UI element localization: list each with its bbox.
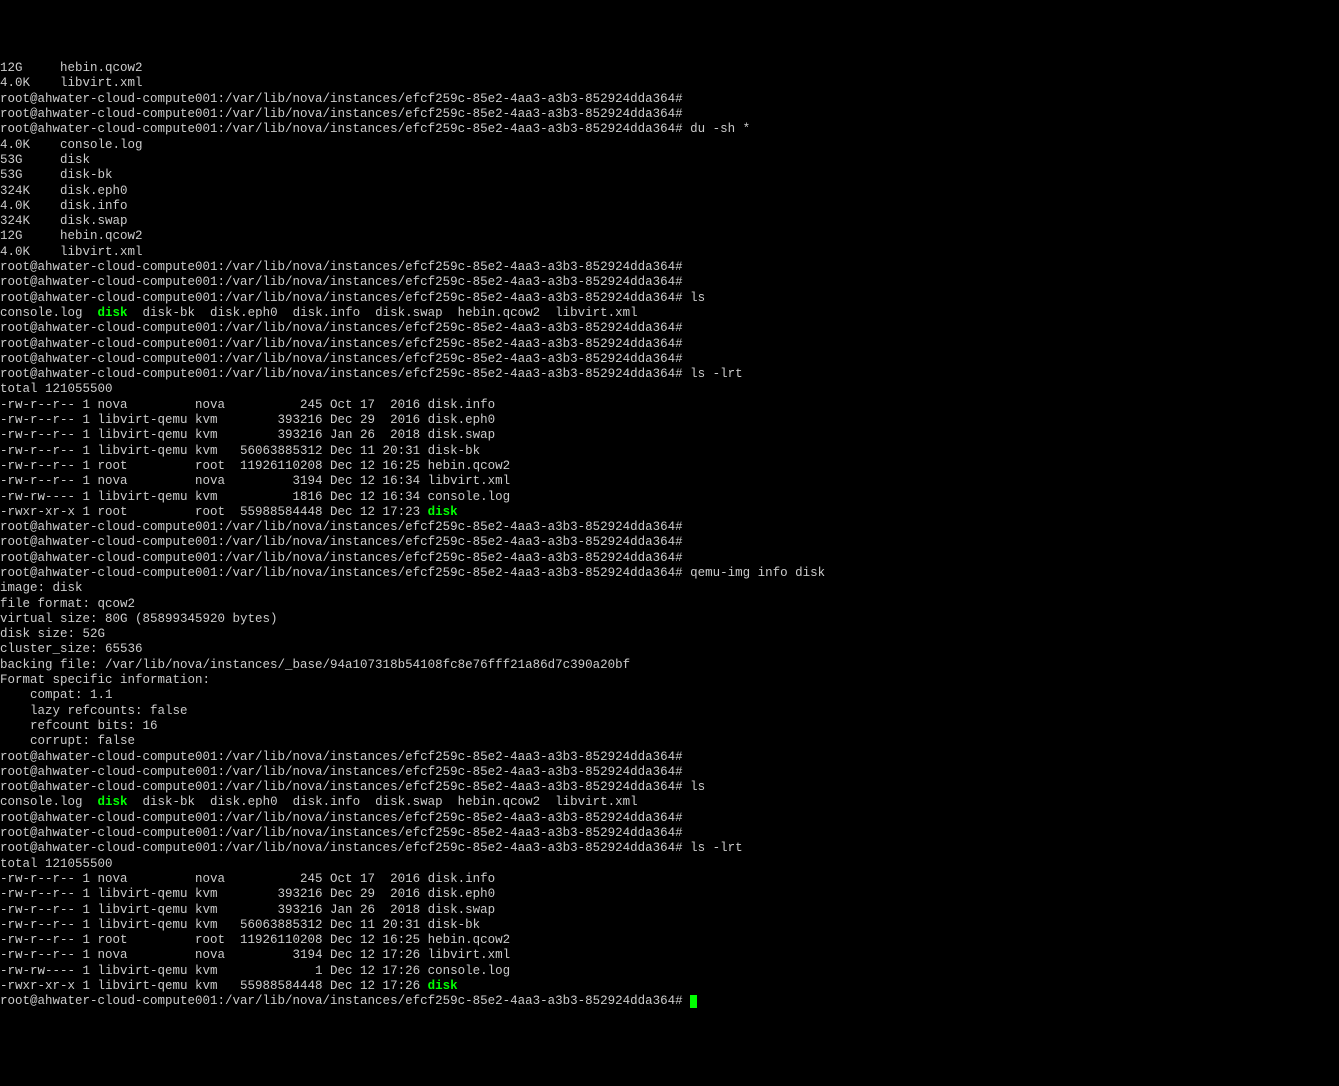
terminal-line: image: disk: [0, 581, 1339, 596]
terminal-line: corrupt: false: [0, 734, 1339, 749]
terminal-line: 4.0K libvirt.xml: [0, 245, 1339, 260]
cursor: [690, 995, 697, 1008]
terminal-line: 12G hebin.qcow2: [0, 61, 1339, 76]
terminal-line: root@ahwater-cloud-compute001:/var/lib/n…: [0, 367, 1339, 382]
terminal-line: 4.0K libvirt.xml: [0, 76, 1339, 91]
file-disk: disk: [428, 979, 458, 993]
terminal-line: disk size: 52G: [0, 627, 1339, 642]
terminal-line: root@ahwater-cloud-compute001:/var/lib/n…: [0, 841, 1339, 856]
terminal-line: root@ahwater-cloud-compute001:/var/lib/n…: [0, 811, 1339, 826]
ls-disk-entry: disk: [98, 795, 128, 809]
terminal-line: root@ahwater-cloud-compute001:/var/lib/n…: [0, 352, 1339, 367]
terminal-line: total 121055500: [0, 382, 1339, 397]
terminal-line: -rw-r--r-- 1 nova nova 3194 Dec 12 17:26…: [0, 948, 1339, 963]
terminal-line: -rw-r--r-- 1 libvirt-qemu kvm 393216 Jan…: [0, 428, 1339, 443]
terminal-line: total 121055500: [0, 857, 1339, 872]
terminal-line: lazy refcounts: false: [0, 704, 1339, 719]
terminal-line: -rw-r--r-- 1 nova nova 245 Oct 17 2016 d…: [0, 398, 1339, 413]
terminal-line: 324K disk.swap: [0, 214, 1339, 229]
terminal-line: 4.0K disk.info: [0, 199, 1339, 214]
terminal-line: root@ahwater-cloud-compute001:/var/lib/n…: [0, 275, 1339, 290]
terminal-line: -rw-rw---- 1 libvirt-qemu kvm 1 Dec 12 1…: [0, 964, 1339, 979]
terminal-line: root@ahwater-cloud-compute001:/var/lib/n…: [0, 780, 1339, 795]
terminal-line: root@ahwater-cloud-compute001:/var/lib/n…: [0, 566, 1339, 581]
terminal-line: 4.0K console.log: [0, 138, 1339, 153]
terminal-line: -rwxr-xr-x 1 libvirt-qemu kvm 5598858444…: [0, 979, 1339, 994]
terminal-line: 53G disk-bk: [0, 168, 1339, 183]
terminal-line: backing file: /var/lib/nova/instances/_b…: [0, 658, 1339, 673]
terminal-line: -rw-r--r-- 1 libvirt-qemu kvm 5606388531…: [0, 918, 1339, 933]
terminal-line: root@ahwater-cloud-compute001:/var/lib/n…: [0, 291, 1339, 306]
terminal-line: -rw-r--r-- 1 libvirt-qemu kvm 393216 Jan…: [0, 903, 1339, 918]
terminal-line: -rw-r--r-- 1 nova nova 245 Oct 17 2016 d…: [0, 872, 1339, 887]
terminal-line: console.log disk disk-bk disk.eph0 disk.…: [0, 795, 1339, 810]
terminal-line: root@ahwater-cloud-compute001:/var/lib/n…: [0, 535, 1339, 550]
terminal-line: 12G hebin.qcow2: [0, 229, 1339, 244]
terminal-line: cluster_size: 65536: [0, 642, 1339, 657]
terminal-line: compat: 1.1: [0, 688, 1339, 703]
terminal-output[interactable]: 12G hebin.qcow24.0K libvirt.xmlroot@ahwa…: [0, 61, 1339, 1009]
terminal-line: root@ahwater-cloud-compute001:/var/lib/n…: [0, 92, 1339, 107]
terminal-line: -rw-r--r-- 1 libvirt-qemu kvm 5606388531…: [0, 444, 1339, 459]
terminal-line: 324K disk.eph0: [0, 184, 1339, 199]
terminal-line: virtual size: 80G (85899345920 bytes): [0, 612, 1339, 627]
terminal-line: -rw-r--r-- 1 nova nova 3194 Dec 12 16:34…: [0, 474, 1339, 489]
terminal-line: -rw-r--r-- 1 root root 11926110208 Dec 1…: [0, 459, 1339, 474]
terminal-line: root@ahwater-cloud-compute001:/var/lib/n…: [0, 107, 1339, 122]
terminal-line: root@ahwater-cloud-compute001:/var/lib/n…: [0, 765, 1339, 780]
terminal-line: root@ahwater-cloud-compute001:/var/lib/n…: [0, 826, 1339, 841]
terminal-line: file format: qcow2: [0, 597, 1339, 612]
terminal-line: root@ahwater-cloud-compute001:/var/lib/n…: [0, 520, 1339, 535]
terminal-line: -rwxr-xr-x 1 root root 55988584448 Dec 1…: [0, 505, 1339, 520]
terminal-line: -rw-rw---- 1 libvirt-qemu kvm 1816 Dec 1…: [0, 490, 1339, 505]
terminal-line: root@ahwater-cloud-compute001:/var/lib/n…: [0, 750, 1339, 765]
terminal-line: root@ahwater-cloud-compute001:/var/lib/n…: [0, 260, 1339, 275]
terminal-line: -rw-r--r-- 1 libvirt-qemu kvm 393216 Dec…: [0, 413, 1339, 428]
terminal-line: root@ahwater-cloud-compute001:/var/lib/n…: [0, 994, 1339, 1009]
terminal-line: refcount bits: 16: [0, 719, 1339, 734]
terminal-line: root@ahwater-cloud-compute001:/var/lib/n…: [0, 337, 1339, 352]
terminal-line: root@ahwater-cloud-compute001:/var/lib/n…: [0, 122, 1339, 137]
terminal-line: root@ahwater-cloud-compute001:/var/lib/n…: [0, 551, 1339, 566]
terminal-line: -rw-r--r-- 1 libvirt-qemu kvm 393216 Dec…: [0, 887, 1339, 902]
terminal-line: console.log disk disk-bk disk.eph0 disk.…: [0, 306, 1339, 321]
terminal-line: Format specific information:: [0, 673, 1339, 688]
terminal-line: -rw-r--r-- 1 root root 11926110208 Dec 1…: [0, 933, 1339, 948]
ls-disk-entry: disk: [98, 306, 128, 320]
terminal-line: root@ahwater-cloud-compute001:/var/lib/n…: [0, 321, 1339, 336]
terminal-line: 53G disk: [0, 153, 1339, 168]
file-disk: disk: [428, 505, 458, 519]
